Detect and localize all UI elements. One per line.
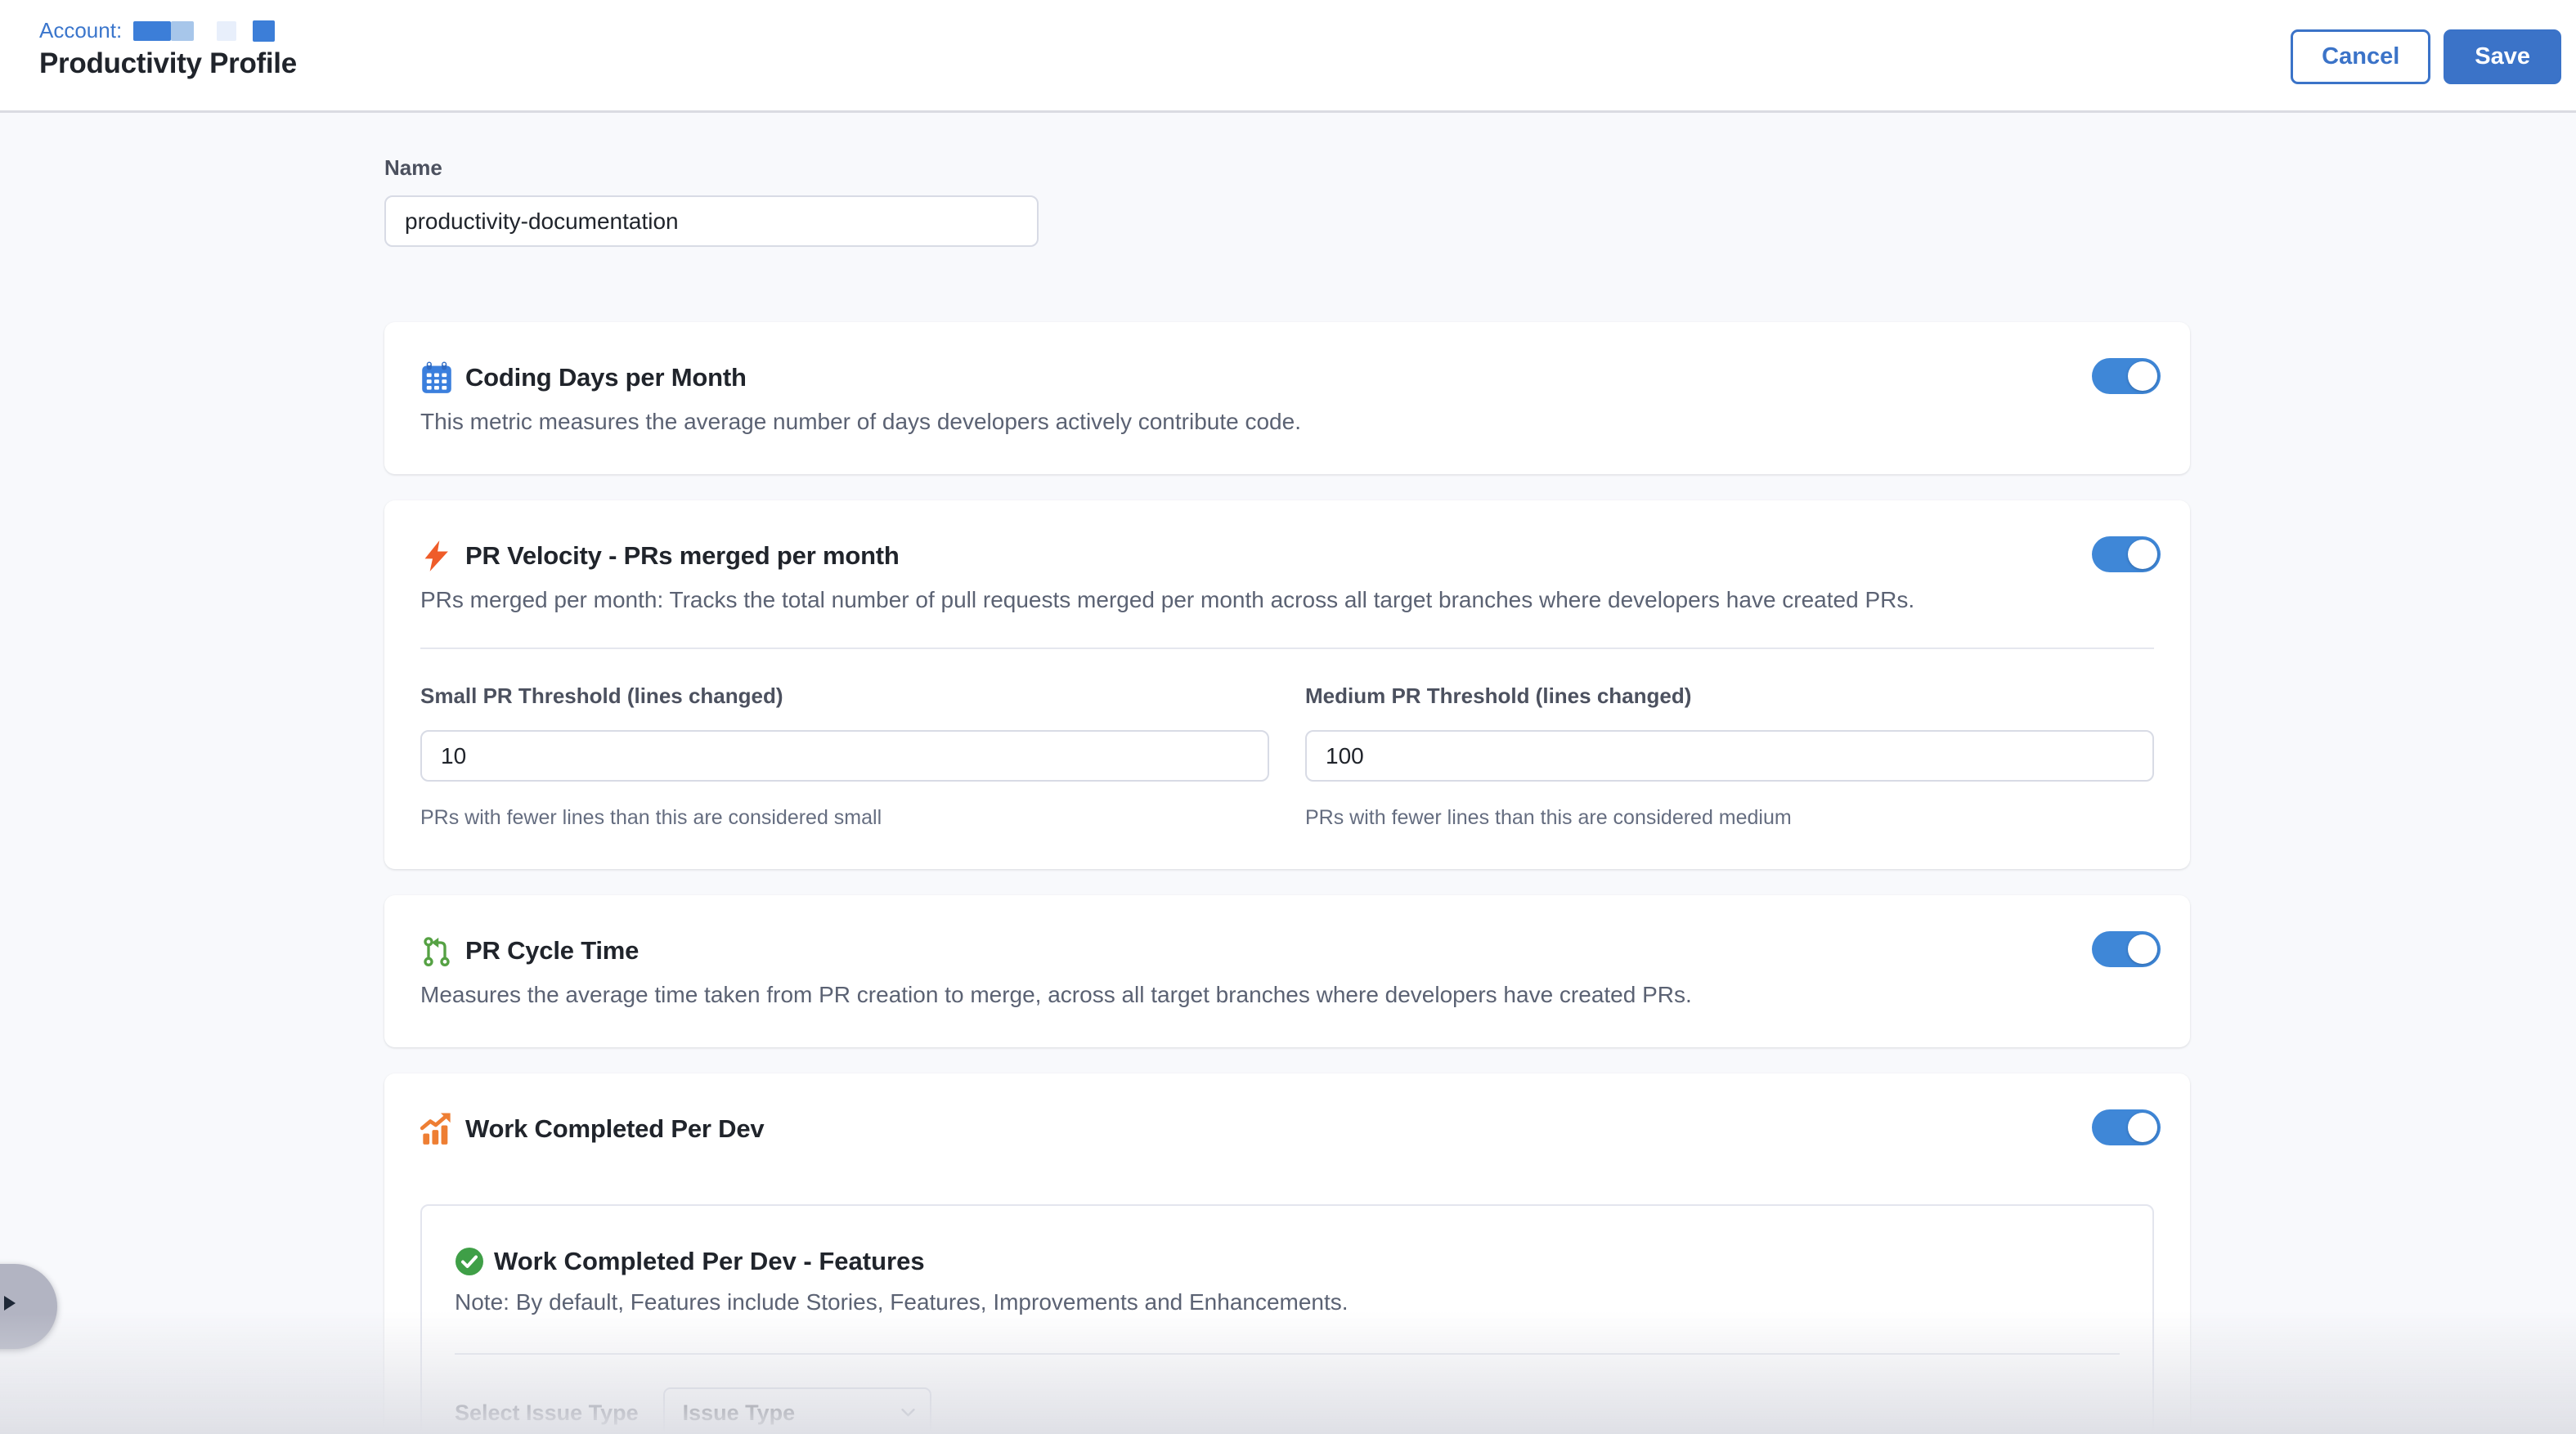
medium-pr-threshold-group: Medium PR Threshold (lines changed) PRs … [1305, 683, 2154, 830]
check-circle-icon [455, 1247, 484, 1276]
card-pr-velocity: PR Velocity - PRs merged per month PRs m… [384, 500, 2190, 869]
page-title: Productivity Profile [39, 47, 297, 80]
coding-days-toggle[interactable] [2092, 358, 2161, 394]
select-issue-type-label: Select Issue Type [455, 1400, 639, 1426]
toggle-knob [2128, 934, 2157, 964]
pr-velocity-toggle[interactable] [2092, 536, 2161, 572]
divider [455, 1353, 2120, 1355]
medium-pr-threshold-helper: PRs with fewer lines than this are consi… [1305, 806, 2154, 830]
card-description: This metric measures the average number … [420, 409, 2154, 435]
work-completed-toggle[interactable] [2092, 1109, 2161, 1145]
issue-type-select-value: Issue Type [683, 1400, 796, 1426]
card-title: Work Completed Per Dev [465, 1114, 764, 1144]
breadcrumb: Account: [39, 18, 275, 43]
account-name-redacted [133, 21, 171, 41]
small-pr-threshold-label: Small PR Threshold (lines changed) [420, 683, 1269, 709]
save-button[interactable]: Save [2444, 29, 2561, 84]
card-description: Measures the average time taken from PR … [420, 982, 2154, 1008]
small-pr-threshold-group: Small PR Threshold (lines changed) PRs w… [420, 683, 1269, 830]
small-pr-threshold-input[interactable] [420, 730, 1269, 782]
issue-type-select[interactable]: Issue Type [663, 1387, 931, 1434]
card-title: PR Velocity - PRs merged per month [465, 541, 900, 571]
name-input[interactable] [384, 195, 1039, 247]
medium-pr-threshold-input[interactable] [1305, 730, 2154, 782]
card-coding-days: Coding Days per Month This metric measur… [384, 322, 2190, 474]
expand-right-icon [4, 1296, 16, 1311]
account-name-redacted [217, 21, 236, 41]
name-field-group: Name [384, 155, 2576, 247]
work-completed-features-section: Work Completed Per Dev - Features Note: … [420, 1204, 2154, 1434]
lightning-icon [420, 540, 453, 572]
name-label: Name [384, 155, 2576, 181]
calendar-icon [420, 361, 453, 394]
bar-chart-increasing-icon [420, 1113, 453, 1145]
metric-cards: Coding Days per Month This metric measur… [384, 322, 2576, 1434]
account-link[interactable]: Account: [39, 18, 122, 43]
main-content: Name Coding Days per Month [0, 113, 2576, 1434]
toggle-knob [2128, 1113, 2157, 1142]
subsection-title: Work Completed Per Dev - Features [494, 1247, 925, 1276]
medium-pr-threshold-label: Medium PR Threshold (lines changed) [1305, 683, 2154, 709]
account-name-redacted [253, 20, 275, 42]
divider [420, 648, 2154, 649]
cancel-button[interactable]: Cancel [2291, 29, 2430, 84]
card-pr-cycle-time: PR Cycle Time Measures the average time … [384, 895, 2190, 1047]
account-name-redacted [171, 21, 194, 41]
toggle-knob [2128, 361, 2157, 391]
git-compare-icon [420, 934, 453, 967]
small-pr-threshold-helper: PRs with fewer lines than this are consi… [420, 806, 1269, 830]
card-title: PR Cycle Time [465, 936, 639, 966]
page-header: Account: Productivity Profile Cancel Sav… [0, 0, 2576, 113]
header-actions: Cancel Save [2291, 29, 2561, 84]
card-description: PRs merged per month: Tracks the total n… [420, 587, 2154, 613]
toggle-knob [2128, 540, 2157, 569]
chevron-down-icon [901, 1408, 915, 1418]
pr-cycle-time-toggle[interactable] [2092, 931, 2161, 967]
card-title: Coding Days per Month [465, 363, 747, 392]
subsection-note: Note: By default, Features include Stori… [455, 1289, 2120, 1315]
card-work-completed: Work Completed Per Dev Work Completed Pe… [384, 1073, 2190, 1434]
